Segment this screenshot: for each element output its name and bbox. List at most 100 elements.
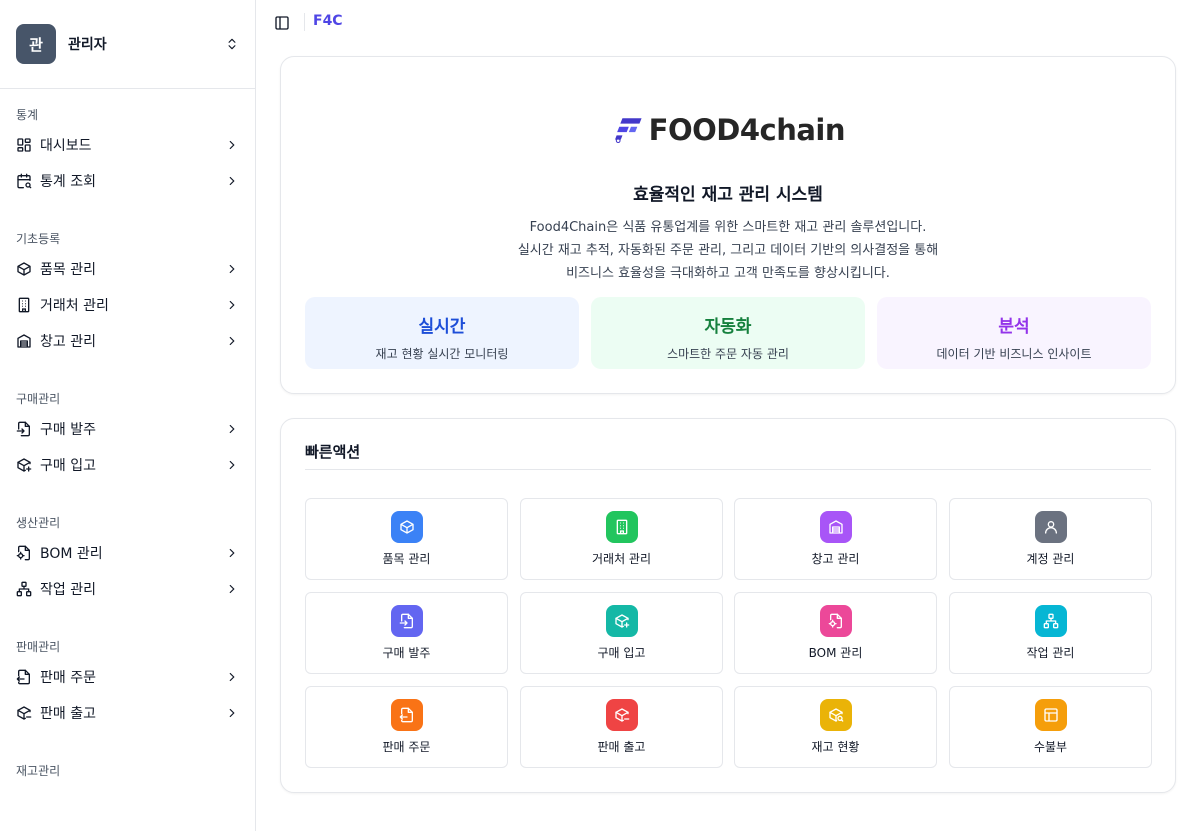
- quick-action-partners[interactable]: 거래처 관리: [520, 498, 723, 580]
- warehouse-icon: [17, 334, 31, 348]
- quick-action-accounts[interactable]: 계정 관리: [949, 498, 1152, 580]
- file-import-icon: [399, 613, 413, 629]
- file-export-icon: [399, 707, 413, 723]
- feature-subtitle: 재고 현황 실시간 모니터링: [375, 347, 509, 361]
- quick-actions-title: 빠른액션: [305, 443, 361, 461]
- sidebar-item-label: 구매 발주: [40, 422, 96, 438]
- quick-action-label: 작업 관리: [1026, 646, 1075, 660]
- chevron-right-icon: [229, 300, 235, 310]
- sidebar-item-bom[interactable]: BOM 관리: [8, 537, 247, 569]
- sidebar-item-label: 구매 입고: [40, 458, 96, 474]
- chevron-right-icon: [229, 584, 235, 594]
- quick-action-label: 수불부: [1033, 740, 1068, 754]
- avatar: 관: [16, 24, 56, 64]
- user-name: 관리자: [68, 37, 107, 53]
- quick-action-label: 거래처 관리: [591, 552, 651, 566]
- quick-action-sales-order[interactable]: 판매 주문: [305, 686, 508, 768]
- sidebar-item-warehouse[interactable]: 창고 관리: [8, 325, 247, 357]
- topbar-divider: [304, 13, 305, 31]
- quick-action-inventory-status[interactable]: 재고 현황: [734, 686, 937, 768]
- sidebar-item-label: 통계 조회: [40, 174, 96, 190]
- nav-group-label: 기초등록: [16, 232, 61, 246]
- feature-automation: 자동화 스마트한 주문 자동 관리: [591, 297, 865, 369]
- sidebar-item-sales-order[interactable]: 판매 주문: [8, 661, 247, 693]
- sidebar-item-sales-shipment[interactable]: 판매 출고: [8, 697, 247, 729]
- box-icon: [17, 262, 31, 276]
- file-cog-icon: [828, 613, 842, 629]
- quick-action-icon-bg: [820, 511, 852, 543]
- feature-subtitle: 스마트한 주문 자동 관리: [667, 347, 789, 361]
- file-export-icon: [16, 669, 30, 685]
- logo-text: FOOD4chain: [648, 113, 846, 147]
- quick-action-label: 구매 입고: [597, 646, 646, 660]
- quick-action-purchase-order[interactable]: 구매 발주: [305, 592, 508, 674]
- quick-action-icon-bg: [606, 605, 638, 637]
- feature-title: 분석: [998, 317, 1030, 337]
- quick-action-label: 품목 관리: [382, 552, 431, 566]
- building-icon: [18, 297, 30, 313]
- ledger-icon: [1044, 708, 1058, 722]
- feature-realtime: 실시간 재고 현황 실시간 모니터링: [305, 297, 579, 369]
- chevron-right-icon: [229, 460, 235, 470]
- chevron-right-icon: [229, 548, 235, 558]
- sidebar-item-purchase-order[interactable]: 구매 발주: [8, 413, 247, 445]
- quick-action-icon-bg: [391, 699, 423, 731]
- quick-action-purchase-receipt[interactable]: 구매 입고: [520, 592, 723, 674]
- quick-action-icon-bg: [1035, 511, 1067, 543]
- quick-action-warehouse[interactable]: 창고 관리: [734, 498, 937, 580]
- breadcrumb[interactable]: F4C: [313, 13, 343, 29]
- hero-title: 효율적인 재고 관리 시스템: [633, 185, 823, 205]
- nav-group-label: 재고관리: [16, 764, 61, 778]
- building-icon: [616, 519, 628, 535]
- quick-action-icon-bg: [391, 511, 423, 543]
- chevron-right-icon: [229, 424, 235, 434]
- calendar-search-icon: [17, 173, 32, 189]
- package-plus-icon: [17, 458, 32, 472]
- workflow-icon: [1043, 613, 1059, 629]
- nav-group-label: 통계: [16, 108, 39, 122]
- chevron-right-icon: [229, 140, 235, 150]
- package-minus-icon: [615, 708, 630, 722]
- hero-description-line: 실시간 재고 추적, 자동화된 주문 관리, 그리고 데이터 기반의 의사결정을…: [517, 243, 939, 258]
- quick-action-icon-bg: [820, 605, 852, 637]
- quick-action-icon-bg: [606, 699, 638, 731]
- quick-action-icon-bg: [820, 699, 852, 731]
- quick-action-items[interactable]: 품목 관리: [305, 498, 508, 580]
- quick-action-label: 창고 관리: [811, 552, 860, 566]
- quick-action-bom[interactable]: BOM 관리: [734, 592, 937, 674]
- quick-action-label: 판매 주문: [382, 740, 431, 754]
- chevron-right-icon: [229, 672, 235, 682]
- quick-action-label: 재고 현황: [811, 740, 860, 754]
- chevron-right-icon: [229, 264, 235, 274]
- sidebar-item-purchase-receipt[interactable]: 구매 입고: [8, 449, 247, 481]
- file-cog-icon: [16, 545, 30, 561]
- sidebar-item-items[interactable]: 품목 관리: [8, 253, 247, 285]
- user-switcher[interactable]: 관 관리자: [0, 0, 255, 89]
- hero-description-line: Food4Chain은 식품 유통업계를 위한 스마트한 재고 관리 솔루션입니…: [529, 220, 927, 235]
- sidebar-item-label: 거래처 관리: [40, 298, 109, 314]
- sidebar-item-work[interactable]: 작업 관리: [8, 573, 247, 605]
- sidebar-item-statistics[interactable]: 통계 조회: [8, 165, 247, 197]
- hero-description-line: 비즈니스 효율성을 극대화하고 고객 만족도를 향상시킵니다.: [566, 266, 890, 281]
- sidebar-item-label: 품목 관리: [40, 262, 96, 278]
- sidebar-item-label: BOM 관리: [40, 546, 103, 562]
- intro-card: FOOD4chain 효율적인 재고 관리 시스템 Food4Chain은 식품…: [280, 56, 1176, 394]
- sidebar-toggle-icon: [275, 16, 289, 30]
- sidebar-toggle-button[interactable]: [272, 13, 292, 33]
- quick-action-label: 판매 출고: [597, 740, 646, 754]
- workflow-icon: [16, 581, 32, 597]
- file-import-icon: [16, 421, 30, 437]
- sidebar-item-dashboard[interactable]: 대시보드: [8, 129, 247, 161]
- quick-action-ledger[interactable]: 수불부: [949, 686, 1152, 768]
- chevron-right-icon: [229, 336, 235, 346]
- user-icon: [1045, 521, 1057, 534]
- quick-action-work[interactable]: 작업 관리: [949, 592, 1152, 674]
- chevron-right-icon: [229, 708, 235, 718]
- quick-action-label: BOM 관리: [808, 646, 863, 660]
- logo-mark-icon: [615, 118, 642, 144]
- chevron-right-icon: [229, 176, 235, 186]
- sidebar-item-partners[interactable]: 거래처 관리: [8, 289, 247, 321]
- sidebar-item-label: 판매 주문: [40, 670, 96, 686]
- quick-action-sales-shipment[interactable]: 판매 출고: [520, 686, 723, 768]
- nav-group-label: 판매관리: [16, 640, 61, 654]
